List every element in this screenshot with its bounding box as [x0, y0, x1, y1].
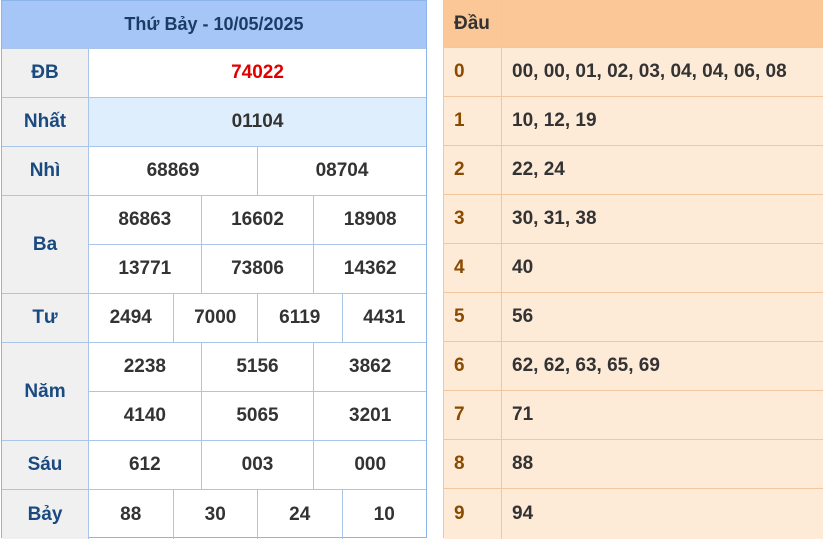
head-values: 88 — [512, 453, 534, 474]
row-label-seventh: Bảy — [2, 490, 89, 539]
row-third-prize: Ba 86863 16602 18908 13771 73806 14362 — [2, 195, 426, 293]
head-column-title: Đầu — [444, 0, 502, 47]
row-first-prize: Nhất 01104 — [2, 97, 426, 146]
prize-number: 08704 — [257, 147, 426, 195]
prize-number: 000 — [313, 441, 426, 489]
row-label-special: ĐB — [2, 49, 89, 97]
head-values: 56 — [512, 306, 534, 327]
prize-number: 10 — [341, 490, 427, 539]
prize-number: 3201 — [313, 392, 426, 440]
head-row-7: 7 71 — [444, 390, 823, 439]
prize-number: 2494 — [109, 307, 152, 328]
row-label-fourth: Tư — [2, 294, 89, 342]
head-digit: 8 — [444, 440, 502, 488]
head-digit-table: Đầu 0 00, 00, 01, 02, 03, 04, 04, 06, 08… — [443, 0, 823, 539]
prize-number: 612 — [128, 454, 161, 475]
head-values: 22, 24 — [512, 159, 565, 180]
head-digit: 5 — [444, 293, 502, 341]
head-values: 00, 00, 01, 02, 03, 04, 04, 06, 08 — [512, 61, 787, 82]
head-row-1: 1 10, 12, 19 — [444, 96, 823, 145]
head-digit: 7 — [444, 391, 502, 439]
row-label-sixth: Sáu — [2, 441, 89, 489]
results-table: Thứ Bảy - 10/05/2025 ĐB 74022 Nhất 01104… — [1, 0, 427, 539]
head-values: 62, 62, 63, 65, 69 — [512, 355, 660, 376]
row-label-second: Nhì — [2, 147, 89, 195]
head-values: 40 — [512, 257, 534, 278]
prize-number: 14362 — [313, 245, 426, 293]
prize-number: 2238 — [123, 356, 166, 377]
head-digit: 9 — [444, 489, 502, 539]
head-digit: 3 — [444, 195, 502, 243]
prize-number: 3862 — [313, 343, 426, 391]
prize-number: 5065 — [200, 392, 314, 440]
prize-number: 18908 — [313, 196, 426, 244]
head-table-header: Đầu — [444, 0, 823, 47]
row-seventh-prize: Bảy 88 30 24 10 — [2, 489, 426, 539]
head-values: 30, 31, 38 — [512, 208, 597, 229]
row-special-prize: ĐB 74022 — [2, 48, 426, 97]
head-digit: 6 — [444, 342, 502, 390]
head-row-4: 4 40 — [444, 243, 823, 292]
row-label-first: Nhất — [2, 98, 89, 146]
prize-number: 88 — [120, 503, 142, 525]
row-fifth-prize: Năm 2238 5156 3862 4140 5065 3201 — [2, 342, 426, 440]
head-row-9: 9 94 — [444, 488, 823, 539]
head-row-2: 2 22, 24 — [444, 145, 823, 194]
head-row-6: 6 62, 62, 63, 65, 69 — [444, 341, 823, 390]
head-values: 71 — [512, 404, 534, 425]
prize-number: 16602 — [200, 196, 314, 244]
row-label-fifth: Năm — [2, 343, 89, 440]
head-digit: 2 — [444, 146, 502, 194]
prize-number: 86863 — [118, 209, 172, 230]
prize-number: 7000 — [172, 294, 258, 342]
results-title: Thứ Bảy - 10/05/2025 — [2, 1, 426, 48]
head-values: 10, 12, 19 — [512, 110, 597, 131]
head-row-3: 3 30, 31, 38 — [444, 194, 823, 243]
prize-number: 68869 — [146, 160, 200, 181]
head-digit: 1 — [444, 97, 502, 145]
head-digit: 4 — [444, 244, 502, 292]
head-row-8: 8 88 — [444, 439, 823, 488]
prize-number: 6119 — [257, 294, 342, 342]
head-values: 94 — [512, 503, 534, 524]
prize-number: 24 — [257, 490, 342, 539]
head-row-0: 0 00, 00, 01, 02, 03, 04, 04, 06, 08 — [444, 47, 823, 96]
prize-number: 4140 — [123, 405, 166, 426]
prize-number: 13771 — [118, 258, 172, 279]
prize-number: 003 — [200, 441, 314, 489]
first-prize-number: 01104 — [89, 98, 426, 146]
row-second-prize: Nhì 68869 08704 — [2, 146, 426, 195]
head-digit: 0 — [444, 48, 502, 96]
prize-number: 5156 — [200, 343, 314, 391]
prize-number: 73806 — [200, 245, 314, 293]
head-row-5: 5 56 — [444, 292, 823, 341]
row-sixth-prize: Sáu 612 003 000 — [2, 440, 426, 489]
prize-number: 30 — [172, 490, 258, 539]
special-prize-number: 74022 — [231, 62, 284, 83]
row-label-third: Ba — [2, 196, 89, 293]
row-fourth-prize: Tư 2494 7000 6119 4431 — [2, 293, 426, 342]
prize-number: 4431 — [341, 294, 427, 342]
